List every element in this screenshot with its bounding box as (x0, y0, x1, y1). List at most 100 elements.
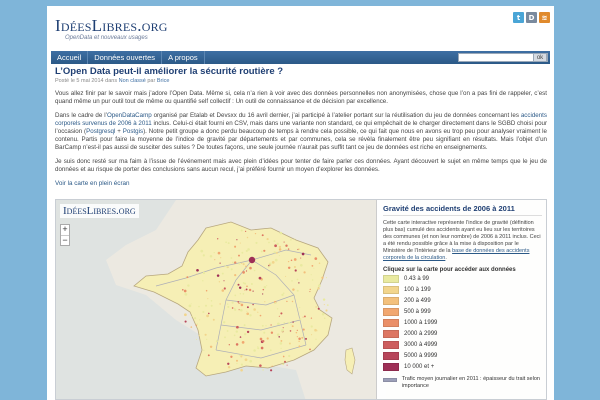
rss-icon[interactable]: ≋ (539, 12, 550, 23)
legend-class-row: 200 à 499 (383, 295, 542, 306)
accident-marker (230, 355, 233, 358)
legend-class-label: 3000 à 4999 (404, 341, 438, 348)
accident-marker (204, 304, 208, 307)
opendatacamp-link[interactable]: OpenDataCamp (107, 112, 152, 119)
accident-marker (270, 331, 274, 334)
accident-marker (278, 255, 280, 257)
accident-marker (259, 314, 262, 317)
map-legend: Gravité des accidents de 2006 à 2011 Cet… (376, 200, 546, 399)
search-input[interactable]: ok (458, 53, 548, 62)
accident-marker (227, 305, 230, 308)
accident-marker (291, 280, 293, 282)
accident-marker (259, 337, 263, 341)
nav-item-donnees-ouvertes[interactable]: Données ouvertes (88, 51, 163, 64)
accident-marker (249, 359, 253, 363)
accident-marker (284, 360, 286, 363)
accident-marker (226, 330, 229, 332)
accident-marker (202, 271, 206, 275)
accident-marker (227, 266, 229, 269)
accident-marker (226, 303, 229, 305)
zoom-in-button[interactable]: + (61, 225, 69, 235)
accident-marker (323, 304, 325, 306)
accident-marker (236, 239, 238, 241)
accident-marker (198, 335, 200, 337)
accident-marker (263, 331, 266, 334)
accident-marker (291, 300, 294, 303)
accident-marker (212, 318, 215, 321)
accident-marker (274, 301, 277, 305)
legend-class-label: 200 à 499 (404, 297, 431, 304)
accident-marker (278, 248, 282, 251)
postgis-link[interactable]: Postgis (123, 128, 143, 135)
nav-item-a-propos[interactable]: A propos (162, 51, 205, 64)
accident-marker (314, 328, 317, 332)
accident-marker (235, 343, 239, 346)
accident-marker (191, 316, 193, 318)
article-title[interactable]: L’Open Data peut-il améliorer la sécurit… (55, 66, 547, 77)
accident-marker (316, 330, 318, 332)
meta-category-link[interactable]: Non classé (119, 78, 146, 84)
legend-class-label: 0.43 à 99 (404, 275, 430, 282)
site-logo[interactable]: IdéesLibres.org (55, 16, 168, 36)
accident-marker (287, 248, 290, 250)
accident-marker (205, 289, 208, 292)
accident-marker (242, 282, 245, 284)
accident-marker (262, 293, 264, 295)
accident-marker (189, 277, 191, 279)
accident-marker (313, 267, 315, 269)
accident-marker (266, 337, 269, 340)
interactive-map[interactable]: IdéesLibres.org + − Gravité des accident… (55, 199, 547, 400)
accident-marker (275, 251, 278, 254)
search-button[interactable]: ok (533, 53, 547, 62)
accident-marker (221, 272, 224, 275)
meta-author-link[interactable]: Brice (157, 78, 170, 84)
accident-marker (198, 305, 200, 308)
accident-marker (296, 278, 299, 281)
article-paragraph-3: Je suis donc resté sur ma faim à l’issue… (55, 158, 547, 173)
accident-marker (246, 285, 248, 288)
accident-marker (224, 336, 226, 339)
accident-marker (288, 321, 291, 324)
accident-marker (236, 285, 238, 287)
accident-marker (257, 346, 259, 348)
legend-swatch (383, 285, 399, 294)
article-paragraph-2: Dans le cadre de l’OpenDataCamp organisé… (55, 112, 547, 152)
zoom-out-button[interactable]: − (61, 235, 69, 245)
accident-marker (236, 325, 239, 329)
accident-marker (219, 262, 221, 264)
accident-marker (293, 265, 296, 269)
fullscreen-map-link[interactable]: Voir la carte en plein écran (55, 180, 547, 187)
accident-marker (253, 308, 256, 311)
accident-marker (234, 245, 237, 248)
accident-marker (266, 285, 268, 287)
accident-marker (282, 363, 285, 366)
accident-marker (237, 301, 240, 303)
accident-marker (190, 303, 192, 305)
nav-item-accueil[interactable]: Accueil (51, 51, 89, 64)
accident-marker (317, 284, 321, 288)
legend-swatch (383, 329, 399, 338)
accident-marker (263, 286, 267, 289)
accident-marker (301, 336, 304, 339)
accident-marker (299, 306, 301, 309)
legend-swatch (383, 318, 399, 327)
accident-marker (287, 260, 290, 263)
legend-swatch (383, 296, 399, 305)
accident-marker (245, 270, 248, 272)
accident-marker (246, 312, 250, 316)
accident-marker (276, 333, 280, 337)
accident-marker (241, 251, 244, 254)
page: IdéesLibres.org OpenData et nouveaux usa… (47, 6, 554, 400)
dailymotion-icon[interactable]: D (526, 12, 537, 23)
postgresql-link[interactable]: Postgresql (86, 128, 115, 135)
accident-marker (281, 329, 284, 332)
legend-class-label: 100 à 199 (404, 286, 431, 293)
accident-marker (227, 365, 231, 369)
accident-marker (215, 340, 218, 343)
twitter-icon[interactable]: t (513, 12, 524, 23)
accident-marker (257, 311, 259, 313)
legend-footnote: Trafic moyen journalier en 2011 : épaiss… (383, 376, 542, 390)
meta-posted: Posté le 5 mai 2014 dans (55, 78, 118, 84)
accident-marker (278, 315, 280, 317)
accident-marker (196, 268, 199, 272)
